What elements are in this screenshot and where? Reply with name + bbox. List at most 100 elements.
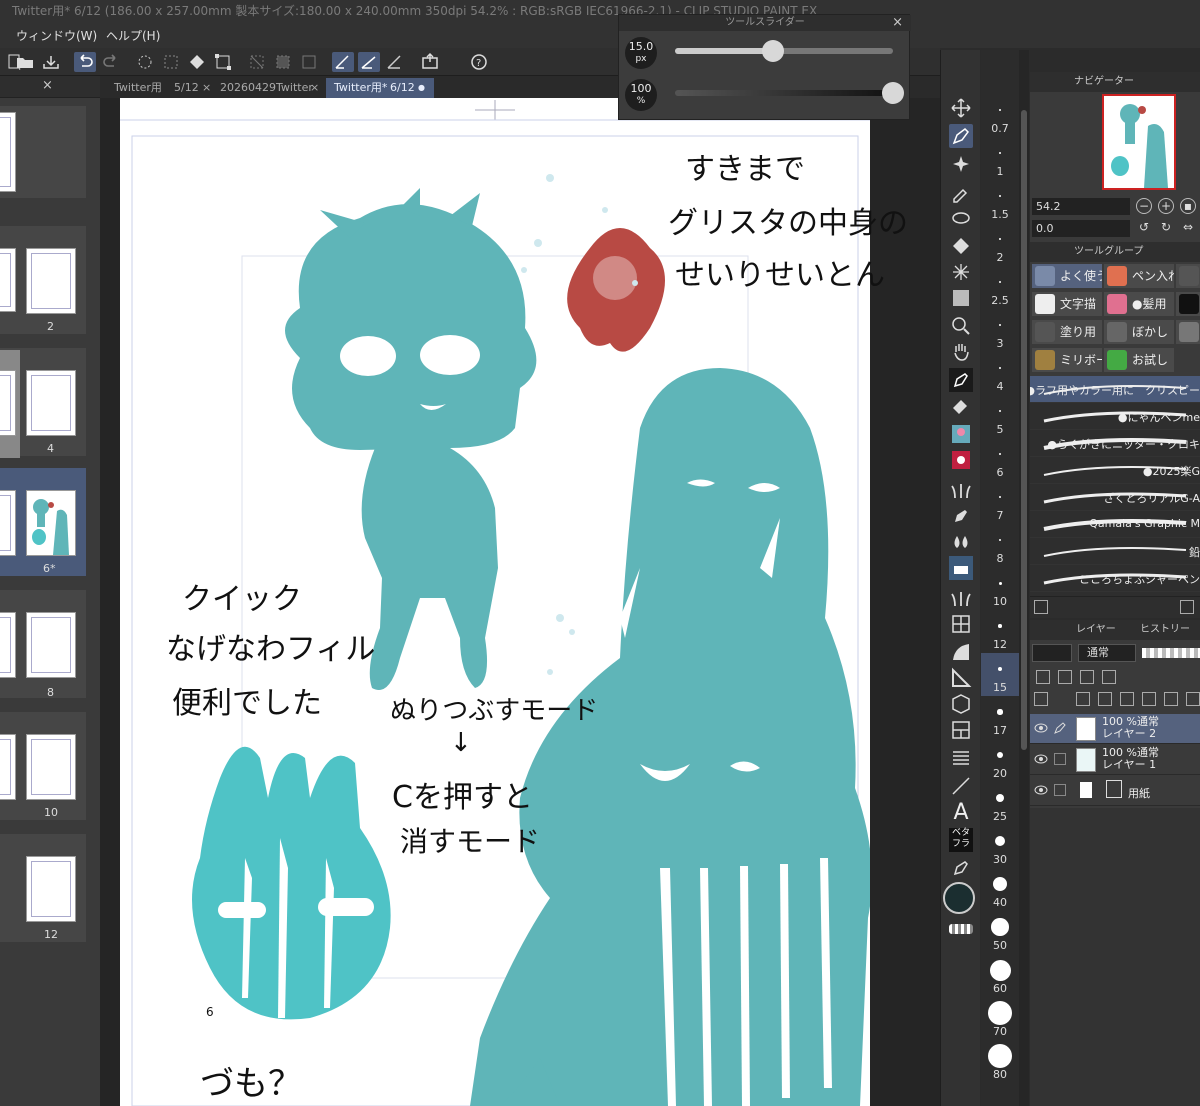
curve-icon[interactable] (949, 640, 973, 664)
brush-size-dot[interactable] (993, 877, 1007, 891)
grid-icon[interactable] (949, 612, 973, 636)
rotate-right-icon[interactable]: ↻ (1158, 220, 1174, 236)
brush-size-label[interactable]: 70 (981, 1025, 1019, 1038)
help-icon[interactable]: ? (468, 52, 490, 72)
grass-brush-icon[interactable] (949, 478, 973, 502)
zoom-out-button[interactable]: − (1136, 198, 1152, 214)
opacity-slider-knob[interactable] (882, 82, 904, 104)
tool-group-paint[interactable]: 塗り用 (1032, 320, 1102, 344)
brush-size-dot[interactable] (991, 918, 1009, 936)
brush-row[interactable]: ●にゃんペンme (1030, 403, 1200, 430)
beta-fill-icon[interactable]: ベタ フラ (949, 828, 973, 852)
canvas-paper[interactable]: 6 すきまで グリスタの中身の せいりせいとん クイック なげなわフィル 便利で… (120, 98, 908, 1106)
settings-icon[interactable] (1034, 600, 1048, 614)
layer-checkbox[interactable] (1054, 753, 1066, 765)
brush-size-label[interactable]: 0.7 (981, 122, 1019, 135)
page-thumbnail[interactable] (0, 490, 16, 556)
3d-icon[interactable] (949, 692, 973, 716)
page-thumbnail-4[interactable] (26, 370, 76, 436)
clear-icon[interactable] (134, 52, 156, 72)
brush-size-label[interactable]: 60 (981, 982, 1019, 995)
brush-size-label[interactable]: 15 (981, 681, 1019, 694)
brush-size-dot[interactable] (997, 709, 1003, 715)
page-spread-4-selected[interactable]: 6* (0, 468, 86, 576)
lasso-icon[interactable] (949, 208, 973, 232)
layer-color-dropdown[interactable] (1032, 644, 1072, 662)
eye-icon[interactable] (1034, 723, 1048, 733)
navigator-thumbnail[interactable] (1102, 94, 1176, 190)
brush-size-dot[interactable] (998, 624, 1002, 628)
canvas-area[interactable]: 6 すきまで グリスタの中身の せいりせいとん クイック なげなわフィル 便利で… (100, 98, 940, 1106)
main-color-swatch[interactable] (943, 882, 975, 914)
layer-row-1[interactable]: 100 %通常 レイヤー 1 (1030, 745, 1200, 775)
brush-size-dot[interactable] (988, 1044, 1012, 1068)
layer-list-icon[interactable] (1034, 692, 1048, 706)
tab-twitter-6-active[interactable]: Twitter用* 6/12 ● (326, 78, 434, 98)
page-thumbnail-6[interactable] (26, 490, 76, 556)
snap-special-ruler-icon[interactable] (358, 52, 380, 72)
tool-group-more-2[interactable] (1176, 292, 1200, 316)
page-spread-5[interactable]: 8 (0, 590, 86, 699)
open-folder-icon[interactable] (14, 52, 36, 72)
tool-group-blur[interactable]: ぼかし (1104, 320, 1174, 344)
new-vector-layer-icon[interactable] (1098, 692, 1112, 706)
download-icon[interactable] (1180, 600, 1194, 614)
snap-grid-icon[interactable] (384, 52, 406, 72)
tab-close-button[interactable]: × (202, 78, 211, 98)
brush-row[interactable]: 鉛 (1030, 538, 1200, 565)
brush-size-dot[interactable] (999, 281, 1001, 283)
redo-icon[interactable] (100, 52, 122, 72)
tool-group-more-3[interactable] (1176, 320, 1200, 344)
reference-icon[interactable] (1080, 670, 1094, 684)
tab-close-button[interactable]: × (310, 78, 319, 98)
brush-row[interactable]: ●2025楽G (1030, 457, 1200, 484)
delete-layer-icon[interactable] (1186, 692, 1200, 706)
brush-size-dot[interactable] (999, 238, 1001, 240)
blend-icon[interactable] (949, 530, 973, 554)
eyedropper-icon[interactable] (949, 180, 973, 204)
tool-group-trial[interactable]: お試し (1104, 348, 1174, 372)
tool-group-more-1[interactable] (1176, 264, 1200, 288)
zoom-in-button[interactable]: + (1158, 198, 1174, 214)
brush-size-dot[interactable] (988, 1001, 1012, 1025)
brush-size-label[interactable]: 8 (981, 552, 1019, 565)
pen-small-icon[interactable] (949, 856, 973, 880)
layer-checkbox[interactable] (1054, 784, 1066, 796)
brush-size-label[interactable]: 1.5 (981, 208, 1019, 221)
page-thumbnail[interactable] (0, 112, 16, 192)
brush-size-label[interactable]: 2 (981, 251, 1019, 264)
tab-twitter-5[interactable]: Twitter用 5/12 × (106, 78, 211, 98)
frame-icon[interactable] (949, 718, 973, 742)
menu-window[interactable]: ウィンドウ(W) (16, 27, 97, 44)
blend-mode-dropdown[interactable]: 通常 (1078, 644, 1136, 662)
page-manager-close-button[interactable]: × (42, 78, 53, 93)
brush-size-dot[interactable] (998, 581, 1002, 585)
brush-size-dot[interactable] (999, 367, 1001, 369)
page-thumbnail-8[interactable] (26, 612, 76, 678)
brush-size-label[interactable]: 4 (981, 380, 1019, 393)
undo-icon[interactable] (74, 52, 96, 72)
brush-size-label[interactable]: 3 (981, 337, 1019, 350)
pen-tool-icon[interactable] (949, 124, 973, 148)
opacity-slider[interactable] (675, 90, 893, 96)
grass-icon[interactable] (949, 586, 973, 610)
tab-modified-dot[interactable]: ● (418, 78, 425, 98)
decoration-icon[interactable] (949, 556, 973, 580)
rotation-field[interactable]: 0.0 (1032, 220, 1130, 237)
page-spread-3[interactable]: 4 (0, 348, 86, 458)
tool-group-inking[interactable]: ペン入れ (1104, 264, 1174, 288)
brush-size-label[interactable]: 20 (981, 767, 1019, 780)
new-layer-icon[interactable] (1076, 692, 1090, 706)
fit-view-button[interactable]: ▪ (1180, 198, 1196, 214)
tab-20260429twitter[interactable]: 20260429Twitter × (212, 78, 324, 98)
brush-size-dot[interactable] (999, 324, 1001, 326)
brush-size-dot[interactable] (999, 195, 1001, 197)
page-thumbnail[interactable] (0, 248, 16, 312)
brush-size-label[interactable]: 40 (981, 896, 1019, 909)
eye-icon[interactable] (1034, 785, 1048, 795)
expand-selection-icon[interactable] (298, 52, 320, 72)
eraser-icon[interactable] (949, 394, 973, 418)
zoom-field[interactable]: 54.2 (1032, 198, 1130, 215)
brush-row[interactable]: ●ラフ用やカラー用に クリスピー (1030, 376, 1200, 403)
brush-row[interactable]: ざくとろリアルG-A (1030, 484, 1200, 511)
